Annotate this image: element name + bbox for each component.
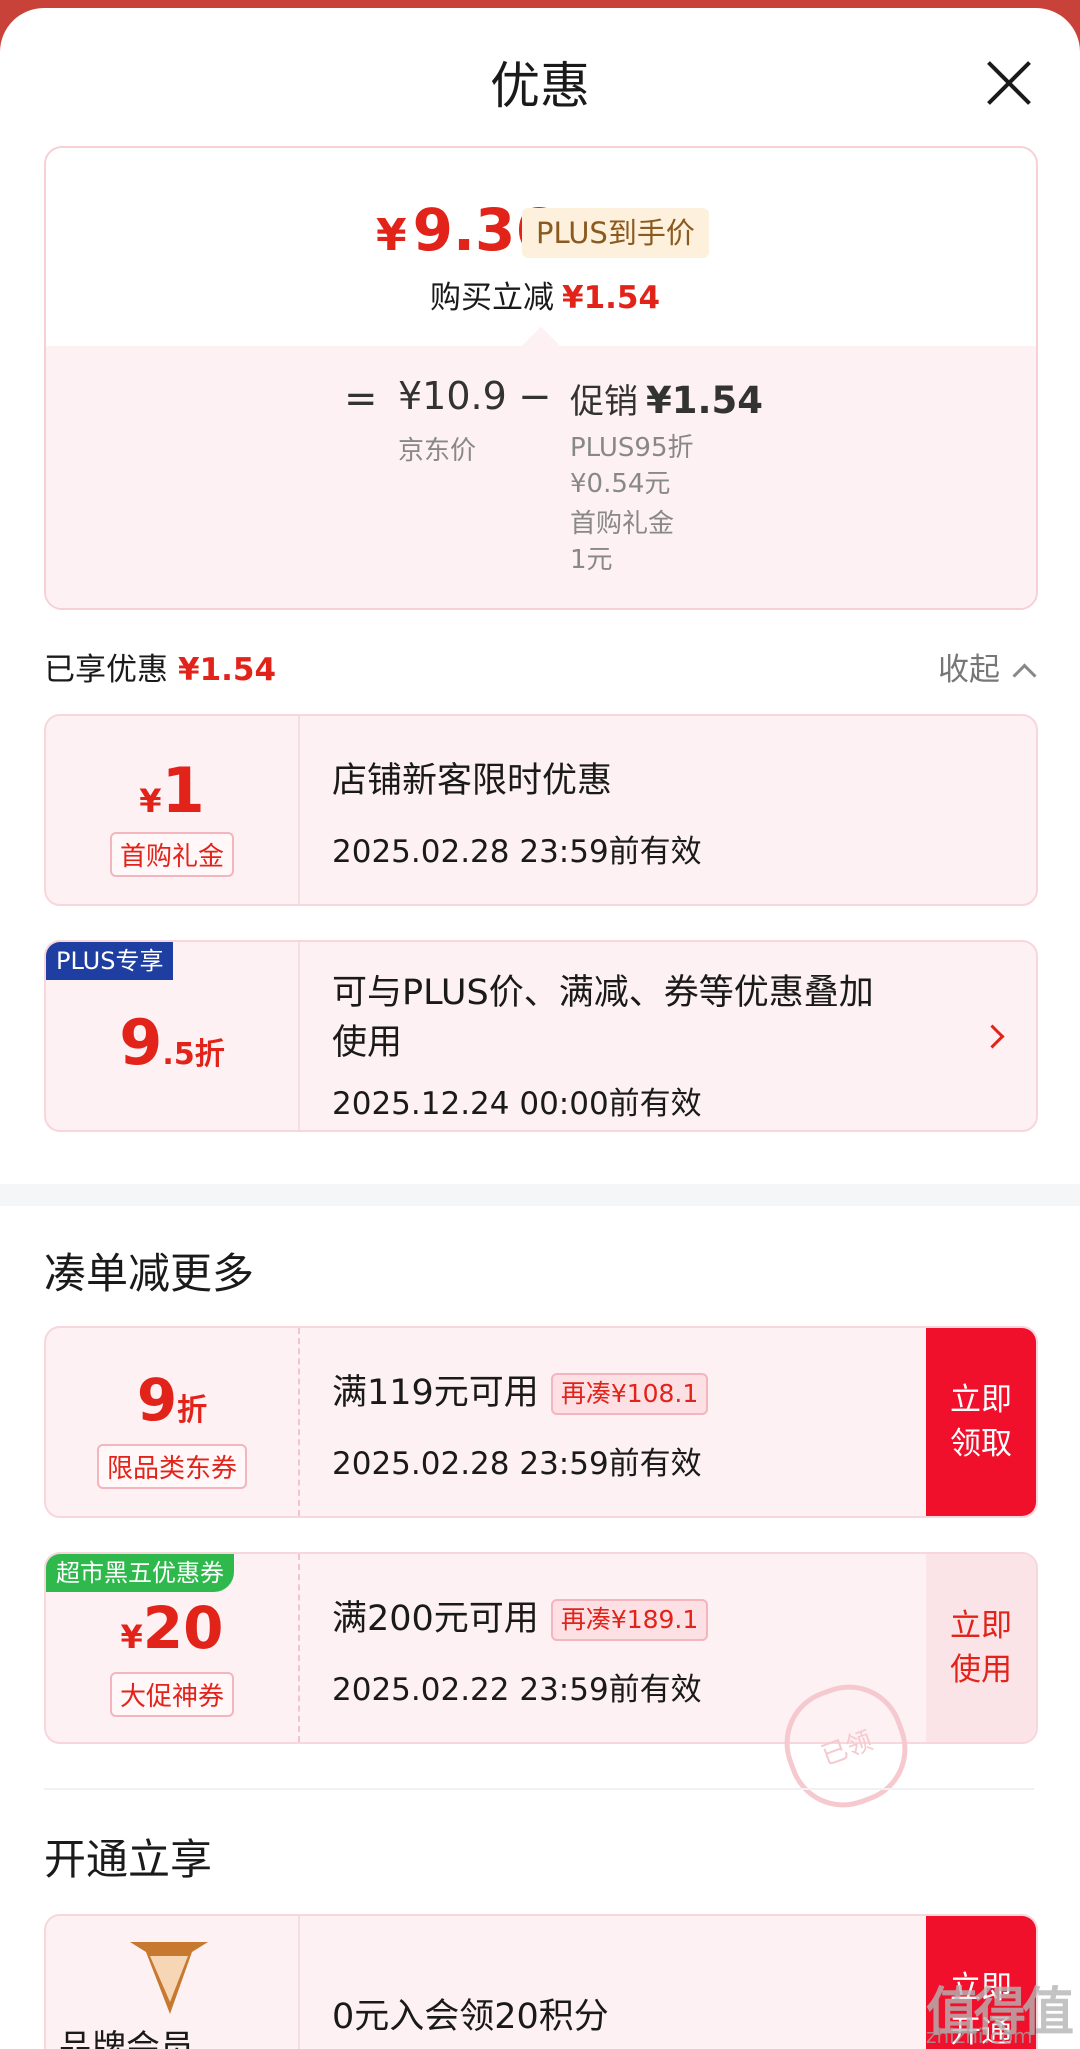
promo-detail-plus-value: ¥0.54元 [570, 469, 671, 499]
close-icon[interactable] [986, 60, 1032, 106]
promo-value: ¥1.54 [646, 379, 764, 422]
collapse-toggle[interactable]: 收起 [938, 644, 1037, 689]
coupon-amount-suffix: .5折 [162, 1037, 225, 1072]
claim-button-line1: 立即 [950, 1382, 1012, 1418]
open-section-title: 开通立享 [44, 1835, 213, 1884]
offers-sheet: 优惠 ¥9.36 PLUS到手价 购买立减 ¥1.54 = ¥10.9 京东价 −… [0, 8, 1080, 2049]
coupon-divider [298, 716, 300, 904]
coupon-amount-value: 20 [142, 1594, 224, 1662]
coupon-title: 可与PLUS价、满减、券等优惠叠加 使用 [332, 968, 874, 1068]
coupon-validity: 2025.12.24 00:00前有效 [332, 1086, 702, 1122]
add-more-tag: 再凑¥108.1 [550, 1373, 709, 1415]
coupon-threshold: 满200元可用 [332, 1599, 539, 1639]
coupon-plus-discount[interactable]: PLUS专享 9.5折 可与PLUS价、满减、券等优惠叠加 使用 2025.12.… [44, 940, 1038, 1132]
coupon-title-line1: 可与PLUS价、满减、券等优惠叠加 [332, 973, 874, 1013]
promo-detail-first-buy-name: 首购礼金 [570, 509, 675, 539]
coupon-validity: 2025.02.28 23:59前有效 [332, 1446, 702, 1482]
coupon-divider [298, 942, 300, 1130]
coupon-title: 店铺新客限时优惠 [332, 761, 613, 801]
brand-member-logo-icon [130, 1942, 208, 2014]
promo-detail-plus: PLUS95折 ¥0.54元 [570, 430, 694, 502]
watermark-domain: zhizhi.com [926, 2024, 1033, 2048]
coupon-type-label: 限品类东券 [96, 1444, 247, 1489]
chevron-up-icon [1012, 663, 1037, 688]
buy-reduce: 购买立减 ¥1.54 [430, 272, 660, 317]
section-divider [44, 1788, 1034, 1790]
promo-label: 促销 [570, 382, 638, 422]
coupon-type: 首购礼金 [46, 832, 298, 877]
coupon-title: 满119元可用 再凑¥108.1 [332, 1368, 709, 1418]
jd-price: ¥10.9 [398, 374, 507, 418]
coupon-type: 限品类东券 [46, 1444, 298, 1489]
sheet-title: 优惠 [490, 57, 590, 115]
coupon-threshold: 满119元可用 [332, 1373, 539, 1413]
section-gap [0, 1184, 1080, 1206]
brand-member-label: 品牌会员 [58, 2028, 194, 2049]
coupon-amount-suffix: 折 [177, 1393, 208, 1428]
coupon-type-label: 大促神券 [109, 1672, 234, 1717]
minus-sign: − [518, 374, 552, 420]
enjoyed-value: ¥1.54 [178, 652, 277, 688]
coupon-title: 满200元可用 再凑¥189.1 [332, 1594, 709, 1644]
promo-detail-first-buy: 首购礼金 1元 [570, 506, 674, 578]
coupon-amount: ¥20 [46, 1594, 298, 1662]
coupon-title: 0元入会领20积分 [332, 1997, 609, 2037]
enjoyed-label: 已享优惠 [44, 652, 168, 688]
more-section-title: 凑单减更多 [44, 1249, 255, 1298]
coupon-amount: ¥1 [46, 754, 298, 827]
coupon-divider [298, 1916, 300, 2049]
coupon-amount: 9.5折 [46, 1006, 298, 1079]
coupon-divider [298, 1554, 300, 1742]
collapse-label: 收起 [938, 652, 1000, 688]
use-button[interactable]: 立即 使用 [926, 1554, 1036, 1742]
coupon-title-line2: 使用 [332, 1023, 403, 1063]
equals-sign: = [344, 376, 378, 422]
promo-detail-plus-name: PLUS95折 [570, 433, 694, 463]
claim-button[interactable]: 立即 领取 [926, 1328, 1036, 1516]
plus-price-tag: PLUS到手价 [522, 208, 709, 258]
plus-exclusive-badge: PLUS专享 [46, 942, 174, 980]
coupon-currency: ¥ [139, 782, 162, 820]
jd-price-label: 京东价 [398, 436, 477, 466]
coupon-amount-value: 9 [119, 1006, 163, 1079]
use-button-line2: 使用 [950, 1652, 1012, 1688]
use-button-line1: 立即 [950, 1608, 1012, 1644]
claim-button-line2: 领取 [950, 1426, 1012, 1462]
add-more-tag: 再凑¥189.1 [550, 1599, 709, 1641]
promo-total: 促销 ¥1.54 [570, 374, 763, 423]
coupon-currency: ¥ [120, 1618, 143, 1656]
currency-symbol: ¥ [376, 210, 407, 261]
coupon-first-buy[interactable]: ¥1 首购礼金 店铺新客限时优惠 2025.02.28 23:59前有效 [44, 714, 1038, 906]
coupon-category-discount[interactable]: 9折 限品类东券 满119元可用 再凑¥108.1 2025.02.28 23:5… [44, 1326, 1038, 1518]
coupon-divider [298, 1328, 300, 1516]
coupon-type-label: 首购礼金 [109, 832, 234, 877]
enjoyed-discount: 已享优惠 ¥1.54 [44, 644, 276, 689]
coupon-amount-value: 9 [136, 1366, 178, 1434]
coupon-amount: 9折 [46, 1366, 298, 1434]
price-summary-card: ¥9.36 PLUS到手价 购买立减 ¥1.54 = ¥10.9 京东价 − 促销… [44, 146, 1038, 610]
supermarket-badge: 超市黑五优惠券 [46, 1554, 234, 1592]
coupon-validity: 2025.02.28 23:59前有效 [332, 834, 702, 870]
coupon-amount-value: 1 [161, 754, 205, 827]
buy-reduce-label: 购买立减 [430, 280, 554, 316]
coupon-type: 大促神券 [46, 1672, 298, 1717]
coupon-validity: 2025.02.22 23:59前有效 [332, 1672, 702, 1708]
chevron-right-icon[interactable] [980, 1024, 1005, 1049]
promo-detail-first-buy-value: 1元 [570, 545, 613, 575]
buy-reduce-value: ¥1.54 [562, 280, 661, 316]
